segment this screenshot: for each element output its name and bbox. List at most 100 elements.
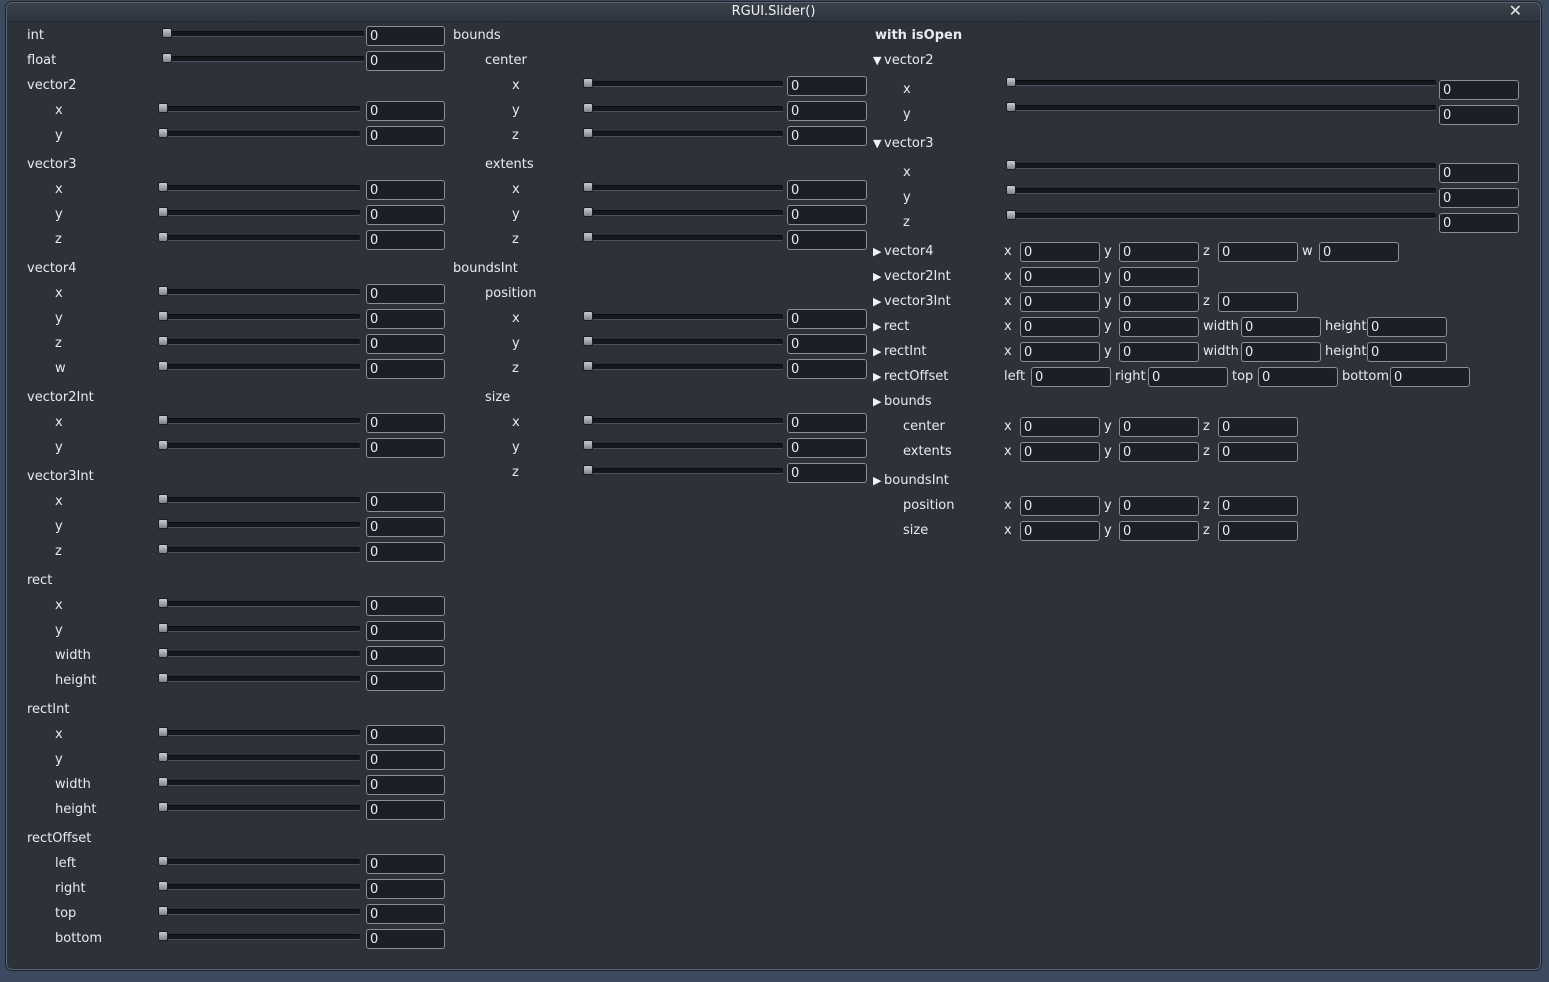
slider-thumb[interactable]: [158, 128, 168, 138]
isopen-vector3-toggle-icon[interactable]: ▼: [873, 136, 881, 152]
isopen-vector3int-toggle-icon[interactable]: ▶: [873, 294, 881, 310]
slider-thumb[interactable]: [583, 415, 593, 425]
slider-thumb[interactable]: [158, 182, 168, 192]
slider-thumb[interactable]: [1006, 185, 1016, 195]
vector2int-x-slider[interactable]: [158, 415, 360, 427]
slider-thumb[interactable]: [158, 648, 168, 658]
bounds-extents-y-field[interactable]: [787, 205, 867, 225]
isopen-boundsint-size-z-field[interactable]: [1218, 521, 1298, 541]
slider-thumb[interactable]: [158, 519, 168, 529]
vector4-y-slider[interactable]: [158, 311, 360, 323]
boundsint-position-x-slider[interactable]: [583, 311, 783, 323]
vector3int-z-slider[interactable]: [158, 544, 360, 556]
rectint-x-slider[interactable]: [158, 727, 360, 739]
vector3int-x-slider[interactable]: [158, 494, 360, 506]
rectint-height-field[interactable]: [366, 800, 445, 820]
int-field[interactable]: [366, 26, 445, 46]
isopen-vector4-x-field[interactable]: [1020, 242, 1100, 262]
boundsint-size-z-slider[interactable]: [583, 465, 783, 477]
slider-thumb[interactable]: [583, 128, 593, 138]
slider-thumb[interactable]: [158, 598, 168, 608]
slider-thumb[interactable]: [158, 336, 168, 346]
slider-thumb[interactable]: [158, 931, 168, 941]
isopen-bounds-toggle-icon[interactable]: ▶: [873, 394, 881, 410]
slider-thumb[interactable]: [158, 207, 168, 217]
int-slider[interactable]: [162, 28, 364, 40]
slider-thumb[interactable]: [158, 440, 168, 450]
slider-thumb[interactable]: [158, 881, 168, 891]
slider-thumb[interactable]: [158, 232, 168, 242]
isopen-vector3-z-field[interactable]: [1439, 213, 1519, 233]
vector4-w-field[interactable]: [366, 359, 445, 379]
isopen-vector3int-x-field[interactable]: [1020, 292, 1100, 312]
isopen-vector2-toggle-icon[interactable]: ▼: [873, 53, 881, 69]
slider-thumb[interactable]: [158, 494, 168, 504]
slider-thumb[interactable]: [583, 465, 593, 475]
rect-y-slider[interactable]: [158, 623, 360, 635]
slider-thumb[interactable]: [158, 752, 168, 762]
boundsint-position-z-slider[interactable]: [583, 361, 783, 373]
slider-thumb[interactable]: [583, 440, 593, 450]
isopen-rectoffset-toggle-icon[interactable]: ▶: [873, 369, 881, 385]
slider-thumb[interactable]: [583, 232, 593, 242]
bounds-center-z-field[interactable]: [787, 126, 867, 146]
boundsint-size-y-slider[interactable]: [583, 440, 783, 452]
boundsint-position-y-slider[interactable]: [583, 336, 783, 348]
slider-thumb[interactable]: [1006, 210, 1016, 220]
boundsint-position-y-field[interactable]: [787, 334, 867, 354]
rect-width-slider[interactable]: [158, 648, 360, 660]
bounds-extents-y-slider[interactable]: [583, 207, 783, 219]
rectoffset-right-slider[interactable]: [158, 881, 360, 893]
rectint-y-field[interactable]: [366, 750, 445, 770]
boundsint-size-x-field[interactable]: [787, 413, 867, 433]
vector3int-y-slider[interactable]: [158, 519, 360, 531]
slider-thumb[interactable]: [583, 336, 593, 346]
isopen-rect-y-field[interactable]: [1119, 317, 1199, 337]
vector4-x-slider[interactable]: [158, 286, 360, 298]
isopen-boundsint-position-z-field[interactable]: [1218, 496, 1298, 516]
slider-thumb[interactable]: [1006, 102, 1016, 112]
slider-thumb[interactable]: [158, 802, 168, 812]
slider-thumb[interactable]: [158, 544, 168, 554]
float-field[interactable]: [366, 51, 445, 71]
isopen-boundsint-toggle-icon[interactable]: ▶: [873, 473, 881, 489]
vector2-y-slider[interactable]: [158, 128, 360, 140]
rectoffset-bottom-field[interactable]: [366, 929, 445, 949]
rect-x-field[interactable]: [366, 596, 445, 616]
isopen-rectint-x-field[interactable]: [1020, 342, 1100, 362]
rectoffset-top-field[interactable]: [366, 904, 445, 924]
boundsint-position-x-field[interactable]: [787, 309, 867, 329]
isopen-rectoffset-right-field[interactable]: [1148, 367, 1228, 387]
slider-thumb[interactable]: [583, 311, 593, 321]
isopen-bounds-extents-x-field[interactable]: [1020, 442, 1100, 462]
isopen-vector2-y-field[interactable]: [1439, 105, 1519, 125]
isopen-vector4-w-field[interactable]: [1319, 242, 1399, 262]
slider-thumb[interactable]: [158, 727, 168, 737]
vector2int-y-field[interactable]: [366, 438, 445, 458]
vector3-z-field[interactable]: [366, 230, 445, 250]
slider-thumb[interactable]: [158, 103, 168, 113]
isopen-bounds-extents-y-field[interactable]: [1119, 442, 1199, 462]
slider-thumb[interactable]: [162, 53, 172, 63]
slider-thumb[interactable]: [583, 361, 593, 371]
isopen-vector3int-z-field[interactable]: [1218, 292, 1298, 312]
rectoffset-right-field[interactable]: [366, 879, 445, 899]
slider-thumb[interactable]: [583, 78, 593, 88]
slider-thumb[interactable]: [158, 311, 168, 321]
slider-thumb[interactable]: [583, 207, 593, 217]
isopen-vector3-x-slider[interactable]: [1006, 160, 1436, 172]
isopen-vector3-z-slider[interactable]: [1006, 210, 1436, 222]
isopen-vector3-y-slider[interactable]: [1006, 185, 1436, 197]
bounds-center-x-field[interactable]: [787, 76, 867, 96]
isopen-rectoffset-left-field[interactable]: [1031, 367, 1111, 387]
isopen-vector2int-x-field[interactable]: [1020, 267, 1100, 287]
isopen-vector3-x-field[interactable]: [1439, 163, 1519, 183]
boundsint-position-z-field[interactable]: [787, 359, 867, 379]
rect-y-field[interactable]: [366, 621, 445, 641]
isopen-rectoffset-top-field[interactable]: [1258, 367, 1338, 387]
vector4-y-field[interactable]: [366, 309, 445, 329]
slider-thumb[interactable]: [158, 906, 168, 916]
vector3int-y-field[interactable]: [366, 517, 445, 537]
float-slider[interactable]: [162, 53, 364, 65]
isopen-rect-x-field[interactable]: [1020, 317, 1100, 337]
